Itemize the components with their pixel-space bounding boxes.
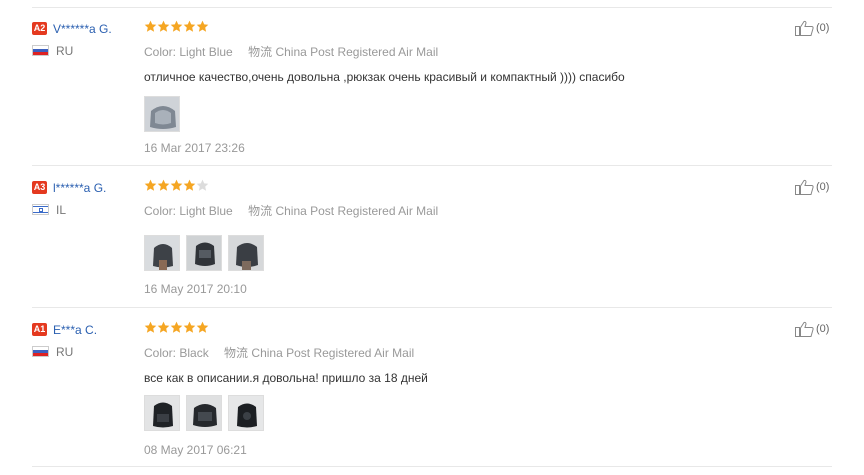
photo-thumbnail[interactable]: [144, 96, 180, 132]
order-attributes: Color: Light Blue 物流 China Post Register…: [144, 202, 438, 219]
photo-thumbnail[interactable]: [228, 235, 264, 271]
review-text: все как в описании.я довольна! пришло за…: [144, 371, 428, 385]
buyer-level-badge: A1: [32, 323, 47, 337]
shipping-value: China Post Registered Air Mail: [275, 204, 439, 218]
star-filled-icon: [170, 20, 183, 33]
photo-thumbnail[interactable]: [144, 235, 180, 271]
order-attributes: Color: Light Blue 物流 China Post Register…: [144, 43, 625, 60]
reviewer-info: A2 V******a G. RU: [32, 20, 112, 58]
il-flag-icon: [32, 204, 49, 216]
star-filled-icon: [196, 20, 209, 33]
reviewer-country: RU: [32, 343, 73, 361]
helpful-count: (0): [816, 181, 830, 193]
photo-thumbnail[interactable]: [186, 235, 222, 271]
buyer-level-badge: A3: [32, 181, 47, 195]
shipping-label: 物流: [248, 204, 273, 218]
review-divider: [32, 165, 832, 166]
photo-thumbnail[interactable]: [186, 395, 222, 431]
thumb-up-icon[interactable]: [795, 321, 814, 337]
review-photos: [144, 235, 438, 273]
color-value: Black: [179, 346, 209, 360]
reviewer-country: RU: [32, 42, 73, 60]
star-filled-icon: [183, 179, 196, 192]
top-divider: [32, 7, 832, 8]
shipping-value: China Post Registered Air Mail: [275, 45, 439, 59]
reviewer-name[interactable]: V******a G.: [53, 22, 112, 36]
helpful-button[interactable]: (0): [795, 321, 829, 337]
country-code: IL: [56, 202, 67, 217]
country-code: RU: [56, 344, 74, 359]
review-content: Color: Light Blue 物流 China Post Register…: [144, 20, 625, 155]
review-divider: [32, 466, 832, 467]
photo-thumbnail[interactable]: [228, 395, 264, 431]
buyer-level-badge: A2: [32, 22, 47, 36]
review-content: Color: Black 物流 China Post Registered Ai…: [144, 321, 428, 457]
photo-thumbnail[interactable]: [144, 395, 180, 431]
helpful-button[interactable]: (0): [795, 179, 829, 195]
reviewer-name[interactable]: l******a G.: [53, 181, 106, 195]
ru-flag-icon: [32, 45, 49, 57]
helpful-button[interactable]: (0): [795, 20, 829, 36]
review-photos: [144, 96, 625, 134]
color-label: Color:: [144, 45, 177, 59]
thumb-up-icon[interactable]: [795, 20, 814, 36]
star-filled-icon: [144, 179, 157, 192]
color-label: Color:: [144, 204, 177, 218]
reviewer-name[interactable]: E***a C.: [53, 323, 97, 337]
review-text: отличное качество,очень довольна ,рюкзак…: [144, 70, 625, 84]
color-value: Light Blue: [179, 204, 233, 218]
review-content: Color: Light Blue 物流 China Post Register…: [144, 179, 438, 296]
thumb-up-icon[interactable]: [795, 179, 814, 195]
color-value: Light Blue: [179, 45, 233, 59]
star-rating: [144, 321, 428, 335]
review-date: 16 May 2017 20:10: [144, 282, 247, 296]
order-attributes: Color: Black 物流 China Post Registered Ai…: [144, 344, 428, 361]
star-filled-icon: [183, 20, 196, 33]
shipping-label: 物流: [224, 346, 249, 360]
review-divider: [32, 307, 832, 308]
review-date: 08 May 2017 06:21: [144, 443, 247, 457]
color-label: Color:: [144, 346, 177, 360]
ru-flag-icon: [32, 346, 49, 358]
review-photos: [144, 395, 428, 433]
star-filled-icon: [144, 321, 157, 334]
helpful-count: (0): [816, 323, 830, 335]
shipping-value: China Post Registered Air Mail: [251, 346, 415, 360]
star-filled-icon: [183, 321, 196, 334]
helpful-count: (0): [816, 22, 830, 34]
star-rating: [144, 20, 625, 34]
star-filled-icon: [170, 179, 183, 192]
star-filled-icon: [157, 179, 170, 192]
star-filled-icon: [157, 321, 170, 334]
star-rating: [144, 179, 438, 193]
star-filled-icon: [196, 321, 209, 334]
review-date: 16 Mar 2017 23:26: [144, 141, 245, 155]
star-filled-icon: [170, 321, 183, 334]
star-filled-icon: [157, 20, 170, 33]
country-code: RU: [56, 43, 74, 58]
reviewer-info: A1 E***a C. RU: [32, 321, 97, 359]
shipping-label: 物流: [248, 45, 273, 59]
reviewer-info: A3 l******a G. IL: [32, 179, 106, 217]
reviewer-country: IL: [32, 201, 66, 219]
star-empty-icon: [196, 179, 209, 192]
star-filled-icon: [144, 20, 157, 33]
